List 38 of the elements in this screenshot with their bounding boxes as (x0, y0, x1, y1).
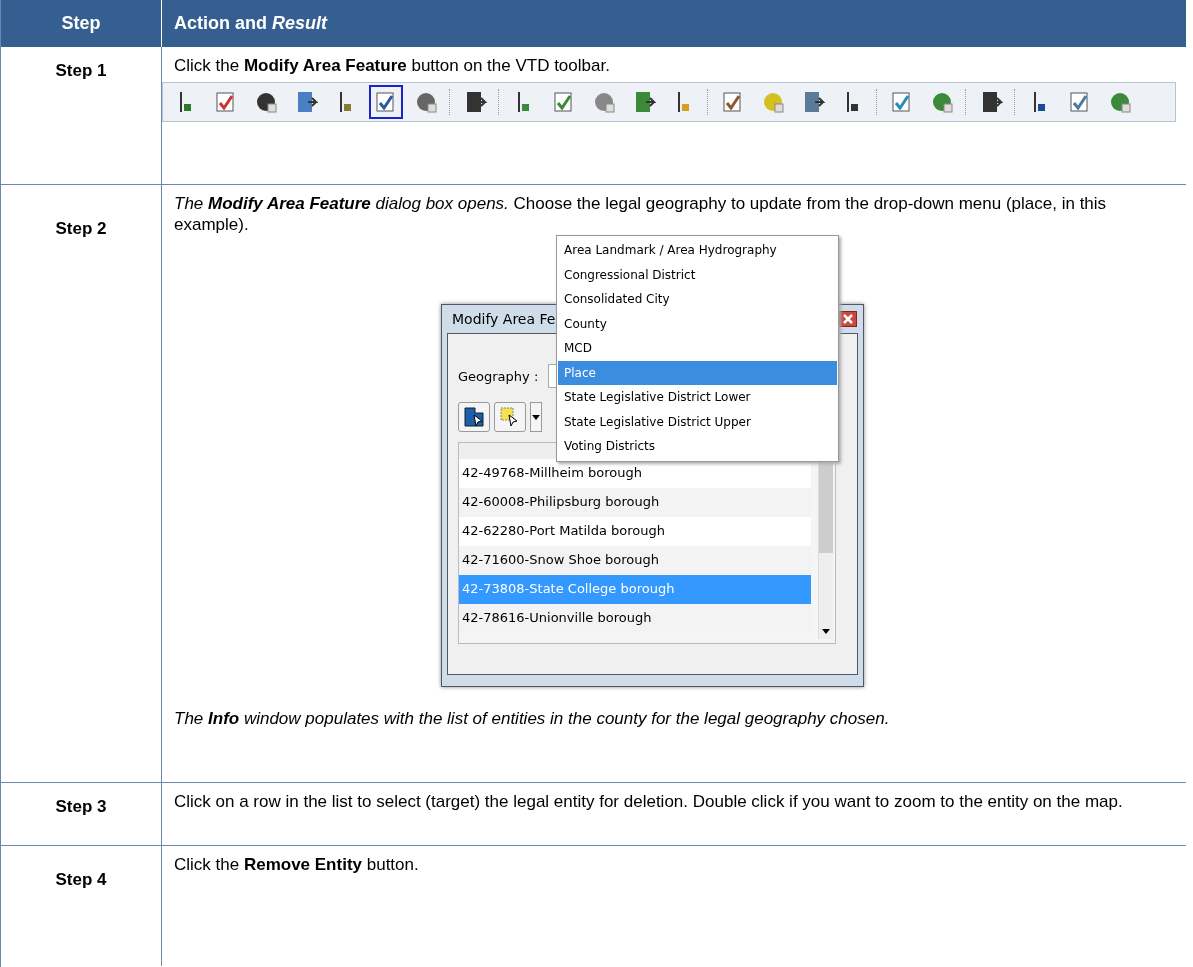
scroll-down-icon (822, 629, 830, 634)
note-text: The Info window populates with the list of entities in the county for the legal geography chosen. (174, 708, 891, 729)
close-icon (842, 313, 854, 325)
step-label: Step 3 (55, 797, 107, 818)
menu-item[interactable]: MCD (558, 336, 837, 361)
menu-item[interactable]: Consolidated City (558, 287, 837, 312)
menu-item[interactable]: Area Landmark / Area Hydrography (558, 238, 837, 263)
menu-item[interactable]: State Legislative District Upper (558, 409, 837, 434)
column-header: Action and Result (174, 13, 327, 34)
tool-icon (1108, 90, 1132, 114)
tool-button[interactable] (458, 402, 490, 432)
instruction-text: Click the Modify Area Feature button on the VTD toolbar. (174, 55, 611, 76)
tool-icon (930, 90, 954, 114)
list-item[interactable]: 42-62280-Port Matilda borough (459, 517, 811, 546)
dialog-title: Modify Area Fe (452, 311, 556, 327)
column-header: Step (1, 0, 162, 47)
instruction-text: The Modify Area Feature dialog box opens. Choose the legal geography to update from the drop-down menu (place, in this example). (174, 193, 1108, 235)
caret-icon (532, 414, 540, 420)
tool-icon (254, 90, 278, 114)
instruction-text: Click on a row in the list to select (target) the legal entity for deletion. Double click if you want to zoom to the entity on the map. (174, 791, 1124, 812)
menu-item[interactable]: County (558, 311, 837, 336)
step-label: Step 1 (55, 61, 107, 82)
toolbar-button[interactable] (369, 85, 403, 119)
field-label: Geography : (458, 368, 539, 384)
step-label: Step 2 (55, 219, 107, 240)
menu-item[interactable]: Congressional District (558, 262, 837, 287)
close-button[interactable] (839, 311, 857, 327)
tool-icon (761, 90, 785, 114)
dropdown-button[interactable] (530, 402, 542, 432)
menu-item[interactable]: Voting Districts (558, 434, 837, 459)
menu-item[interactable]: State Legislative District Lower (558, 385, 837, 410)
list-item[interactable]: 42-49768-Millheim borough (459, 459, 811, 488)
step-label: Step 4 (55, 870, 107, 891)
tool-icon (592, 90, 616, 114)
tool-icon (414, 90, 438, 114)
instruction-text: Click the Remove Entity button. (174, 854, 420, 875)
tool-button[interactable] (494, 402, 526, 432)
map-cursor-icon (463, 406, 485, 428)
